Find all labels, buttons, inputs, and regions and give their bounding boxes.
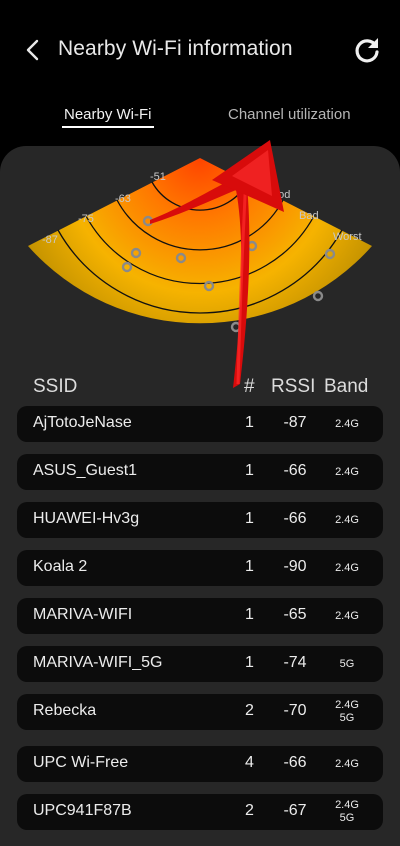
network-dot[interactable] xyxy=(230,321,242,333)
column-header-band: Band xyxy=(324,376,369,397)
network-ssid: MARIVA-WIFI xyxy=(33,606,133,623)
network-row[interactable]: UPC941F87B 2 -67 2.4G 5G xyxy=(17,794,383,830)
network-ssid: AjTotoJeNase xyxy=(33,414,132,431)
network-band: 2.4G xyxy=(333,550,361,586)
band-label: 2.4G xyxy=(335,417,359,430)
scale-label-good: ood xyxy=(272,189,290,201)
network-count: 1 xyxy=(245,510,254,527)
back-button[interactable] xyxy=(22,36,44,64)
network-row[interactable]: UPC Wi-Free 4 -66 2.4G xyxy=(17,746,383,782)
refresh-icon xyxy=(355,38,379,63)
network-count: 1 xyxy=(245,414,254,431)
scale-label-63: -63 xyxy=(115,193,131,205)
network-band: 2.4G xyxy=(333,406,361,442)
network-count: 2 xyxy=(245,702,254,719)
active-tab-indicator xyxy=(62,126,154,128)
column-header-count: # xyxy=(244,376,255,397)
band-label: 5G xyxy=(339,657,355,670)
network-row[interactable]: MARIVA-WIFI_5G 1 -74 5G xyxy=(17,646,383,682)
network-rssi: -66 xyxy=(283,510,307,527)
band-label: 2.4G xyxy=(335,465,359,478)
network-rssi: -65 xyxy=(283,606,307,623)
network-ssid: HUAWEI-Hv3g xyxy=(33,510,140,527)
app-header: Nearby Wi-Fi information xyxy=(0,0,400,100)
scale-label-bad: Bad xyxy=(299,210,319,222)
tab-nearby-wifi[interactable]: Nearby Wi-Fi xyxy=(64,106,152,123)
network-ssid: ASUS_Guest1 xyxy=(33,462,138,479)
refresh-button[interactable] xyxy=(352,35,382,65)
network-band: 5G xyxy=(333,646,361,682)
network-count: 2 xyxy=(245,802,254,819)
band-label: 5G xyxy=(339,812,355,824)
column-header-ssid: SSID xyxy=(33,376,78,397)
scale-label-51: -51 xyxy=(150,171,166,183)
network-ssid: Rebecka xyxy=(33,702,97,719)
network-band: 2.4G xyxy=(333,746,361,782)
tab-bar: Nearby Wi-Fi Channel utilization xyxy=(0,100,400,140)
scale-label-75: -75 xyxy=(78,213,94,225)
network-rssi: -70 xyxy=(283,702,307,719)
band-label: 2.4G xyxy=(335,799,359,811)
scale-label-87: -87 xyxy=(42,234,58,246)
band-label: 2.4G xyxy=(335,513,359,526)
network-ssid: UPC941F87B xyxy=(33,802,132,819)
network-rssi: -67 xyxy=(283,802,307,819)
network-ssid: Koala 2 xyxy=(33,558,88,575)
signal-radar: -87 -75 -63 -51 Be ood Bad Worst xyxy=(28,158,372,333)
network-band: 2.4G xyxy=(333,502,361,538)
network-rssi: -90 xyxy=(283,558,307,575)
network-count: 1 xyxy=(245,462,254,479)
column-header-rssi: RSSI xyxy=(271,376,316,397)
network-count: 4 xyxy=(245,754,254,771)
network-ssid: UPC Wi-Free xyxy=(33,754,129,771)
network-ssid: MARIVA-WIFI_5G xyxy=(33,654,163,671)
network-rssi: -66 xyxy=(283,462,307,479)
page-title: Nearby Wi-Fi information xyxy=(58,37,293,60)
network-dot[interactable] xyxy=(312,290,324,302)
network-count: 1 xyxy=(245,654,254,671)
scale-label-worst: Worst xyxy=(333,231,362,243)
band-label: 2.4G xyxy=(335,757,359,770)
network-count: 1 xyxy=(245,606,254,623)
network-band: 2.4G 5G xyxy=(333,694,361,730)
network-band: 2.4G xyxy=(333,454,361,490)
network-row[interactable]: HUAWEI-Hv3g 1 -66 2.4G xyxy=(17,502,383,538)
band-label: 5G xyxy=(339,712,355,724)
network-row[interactable]: AjTotoJeNase 1 -87 2.4G xyxy=(17,406,383,442)
network-row[interactable]: ASUS_Guest1 1 -66 2.4G xyxy=(17,454,383,490)
network-row[interactable]: MARIVA-WIFI 1 -65 2.4G xyxy=(17,598,383,634)
network-band: 2.4G xyxy=(333,598,361,634)
chevron-left-icon xyxy=(26,39,39,61)
network-row[interactable]: Koala 2 1 -90 2.4G xyxy=(17,550,383,586)
network-rssi: -87 xyxy=(283,414,307,431)
band-label: 2.4G xyxy=(335,699,359,711)
network-rssi: -66 xyxy=(283,754,307,771)
band-label: 2.4G xyxy=(335,609,359,622)
network-band: 2.4G 5G xyxy=(333,794,361,830)
band-label: 2.4G xyxy=(335,561,359,574)
network-rssi: -74 xyxy=(283,654,307,671)
scale-label-best: Be xyxy=(226,169,239,181)
tab-channel-utilization[interactable]: Channel utilization xyxy=(228,106,351,123)
network-row[interactable]: Rebecka 2 -70 2.4G 5G xyxy=(17,694,383,730)
network-count: 1 xyxy=(245,558,254,575)
